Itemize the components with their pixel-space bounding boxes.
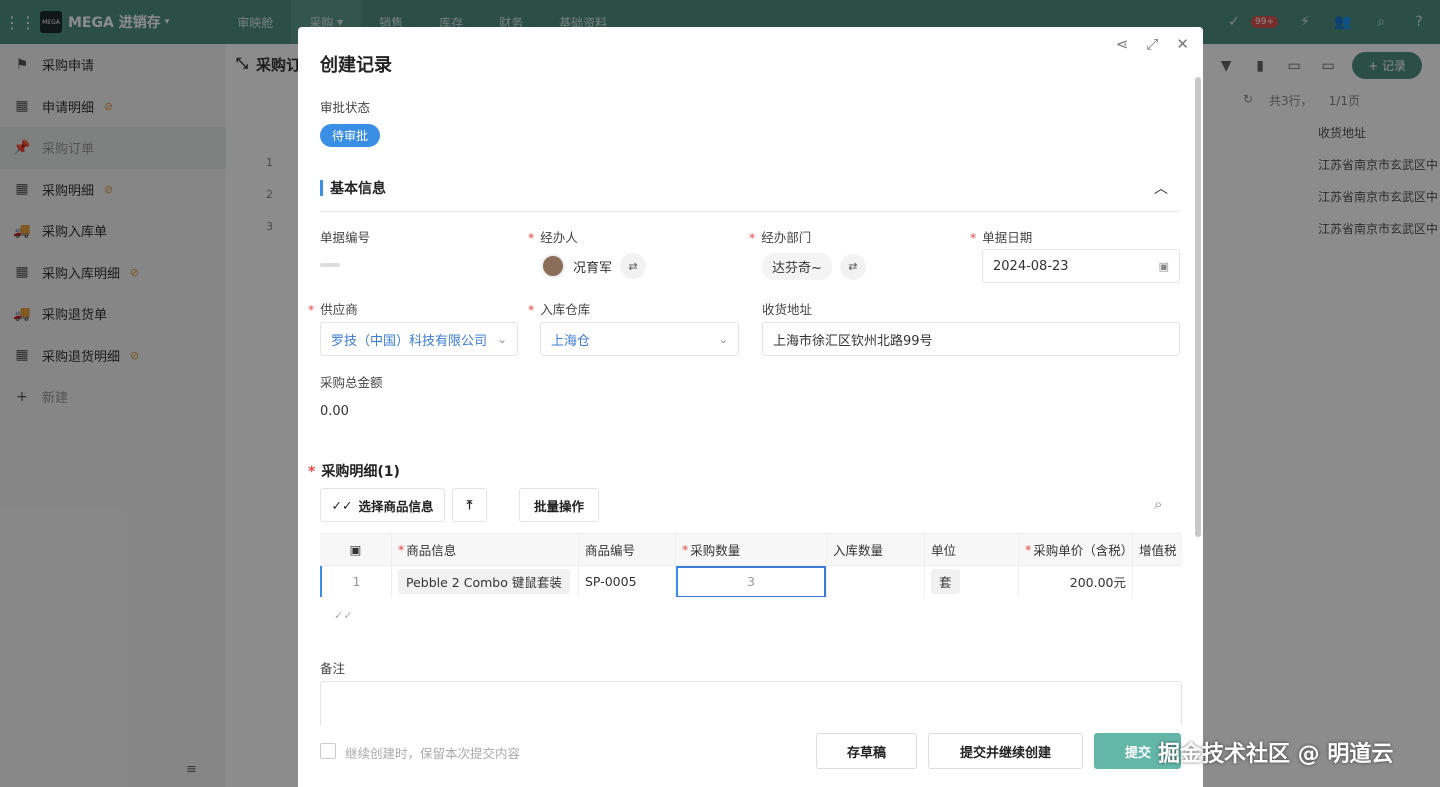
address-label: 收货地址 xyxy=(762,302,813,317)
avatar xyxy=(541,254,565,278)
approval-status-label: 审批状态 xyxy=(320,100,371,115)
supplier-label: * 供应商 xyxy=(308,302,358,317)
column-header[interactable]: 入库数量 xyxy=(827,534,925,565)
dept-label: * 经办部门 xyxy=(749,230,812,245)
calendar-icon[interactable]: ▣ xyxy=(1159,260,1169,273)
column-header[interactable]: * 采购单价（含税） xyxy=(1019,534,1133,565)
dept-field[interactable]: 达芬奇~ ⇄ xyxy=(762,253,866,280)
search-icon[interactable]: ⌕ xyxy=(1154,495,1162,513)
detail-table: ▣ * 商品信息 商品编号 * 采购数量 入库数量 单位 * 采购单价（含税） 增值税… xyxy=(320,533,1182,597)
table-row: 1 Pebble 2 Combo 键鼠套装 SP-0005 3 套 200.00… xyxy=(320,566,1182,597)
handler-name: 况育军 xyxy=(573,260,613,276)
dialog-actions: ⋖ ⤢ ✕ xyxy=(1116,35,1189,53)
submit-and-continue-button[interactable]: 提交并继续创建 xyxy=(928,733,1083,769)
dialog-title: 创建记录 xyxy=(320,55,392,76)
detail-title: * 采购明细(1) xyxy=(308,464,400,480)
column-header[interactable]: * 采购数量 xyxy=(676,534,827,565)
section-title: 基本信息 xyxy=(330,181,386,197)
date-label: * 单据日期 xyxy=(970,230,1033,245)
supplier-select[interactable]: 罗技（中国）科技有限公司 ⌄ xyxy=(320,322,518,356)
keep-content-label: 继续创建时，保留本次提交内容 xyxy=(345,746,521,761)
vat-cell[interactable] xyxy=(1133,566,1182,597)
section-accent xyxy=(320,180,323,196)
btn-label: 选择商品信息 xyxy=(358,498,434,514)
chevron-up-icon[interactable]: ︿ xyxy=(1154,178,1168,198)
handler-field[interactable]: 况育军 ⇄ xyxy=(541,253,647,279)
total-amount-value: 0.00 xyxy=(320,404,349,419)
column-header[interactable]: 单位 xyxy=(925,534,1019,565)
product-code-cell: SP-0005 xyxy=(579,566,676,597)
scrollbar[interactable] xyxy=(1195,77,1201,537)
dialog-footer: 继续创建时，保留本次提交内容 存草稿 提交并继续创建 提交 xyxy=(298,725,1203,787)
batch-operation-button[interactable]: 批量操作 xyxy=(519,488,599,522)
qty-cell[interactable]: 3 xyxy=(676,566,827,597)
watermark: 掘金技术社区 @ 明道云 xyxy=(1158,742,1394,767)
table-header-row: ▣ * 商品信息 商品编号 * 采购数量 入库数量 单位 * 采购单价（含税） 增值税 xyxy=(320,534,1182,566)
total-amount-label: 采购总金额 xyxy=(320,375,383,390)
close-icon[interactable]: ✕ xyxy=(1176,35,1189,53)
handler-label: * 经办人 xyxy=(528,230,578,245)
chevron-down-icon: ⌄ xyxy=(718,332,728,346)
product-cell[interactable]: Pebble 2 Combo 键鼠套装 xyxy=(392,566,579,597)
date-value: 2024-08-23 xyxy=(993,258,1069,274)
import-button[interactable]: ⤒ xyxy=(452,488,487,522)
column-header[interactable]: 增值税 xyxy=(1133,534,1182,565)
unit-tag: 套 xyxy=(931,569,960,594)
price-cell[interactable]: 200.00元 xyxy=(1019,566,1133,597)
column-header[interactable]: * 商品信息 xyxy=(392,534,579,565)
double-check-icon: ✓✓ xyxy=(331,497,353,513)
date-field[interactable]: 2024-08-23 ▣ xyxy=(982,249,1180,283)
share-icon[interactable]: ⋖ xyxy=(1116,35,1129,53)
save-icon[interactable]: ▣ xyxy=(320,534,392,565)
warehouse-label: * 入库仓库 xyxy=(528,302,591,317)
address-input[interactable]: 上海市徐汇区钦州北路99号 xyxy=(762,322,1180,356)
section-basic-info[interactable]: 基本信息 ︿ xyxy=(320,178,1180,212)
approval-status-badge: 待审批 xyxy=(320,124,381,147)
supplier-value: 罗技（中国）科技有限公司 xyxy=(331,333,488,349)
column-header[interactable]: 商品编号 xyxy=(579,534,676,565)
doc-no-empty-value xyxy=(320,263,340,267)
swap-icon[interactable]: ⇄ xyxy=(620,253,647,279)
keep-content-checkbox[interactable] xyxy=(320,743,336,759)
warehouse-value: 上海仓 xyxy=(551,333,591,349)
in-qty-cell xyxy=(827,566,925,597)
row-index: 1 xyxy=(320,566,392,597)
upload-icon: ⤒ xyxy=(466,497,473,512)
create-record-dialog: 创建记录 ⋖ ⤢ ✕ 审批状态 待审批 基本信息 ︿ 单据编号 * 经办人 况育军… xyxy=(298,27,1203,787)
select-product-button[interactable]: ✓✓ 选择商品信息 xyxy=(320,488,445,522)
warehouse-select[interactable]: 上海仓 ⌄ xyxy=(540,322,739,356)
save-draft-button[interactable]: 存草稿 xyxy=(816,733,917,769)
expand-icon[interactable]: ⤢ xyxy=(1146,35,1158,53)
product-tag: Pebble 2 Combo 键鼠套装 xyxy=(398,569,570,594)
double-check-icon[interactable]: ✓✓ xyxy=(334,609,352,622)
swap-icon[interactable]: ⇄ xyxy=(839,253,866,280)
remark-label: 备注 xyxy=(320,661,346,676)
doc-no-label: 单据编号 xyxy=(320,230,371,245)
qty-input[interactable]: 3 xyxy=(676,566,826,597)
chevron-down-icon: ⌄ xyxy=(497,332,507,346)
dept-tag: 达芬奇~ xyxy=(762,253,832,280)
unit-cell[interactable]: 套 xyxy=(925,566,1019,597)
